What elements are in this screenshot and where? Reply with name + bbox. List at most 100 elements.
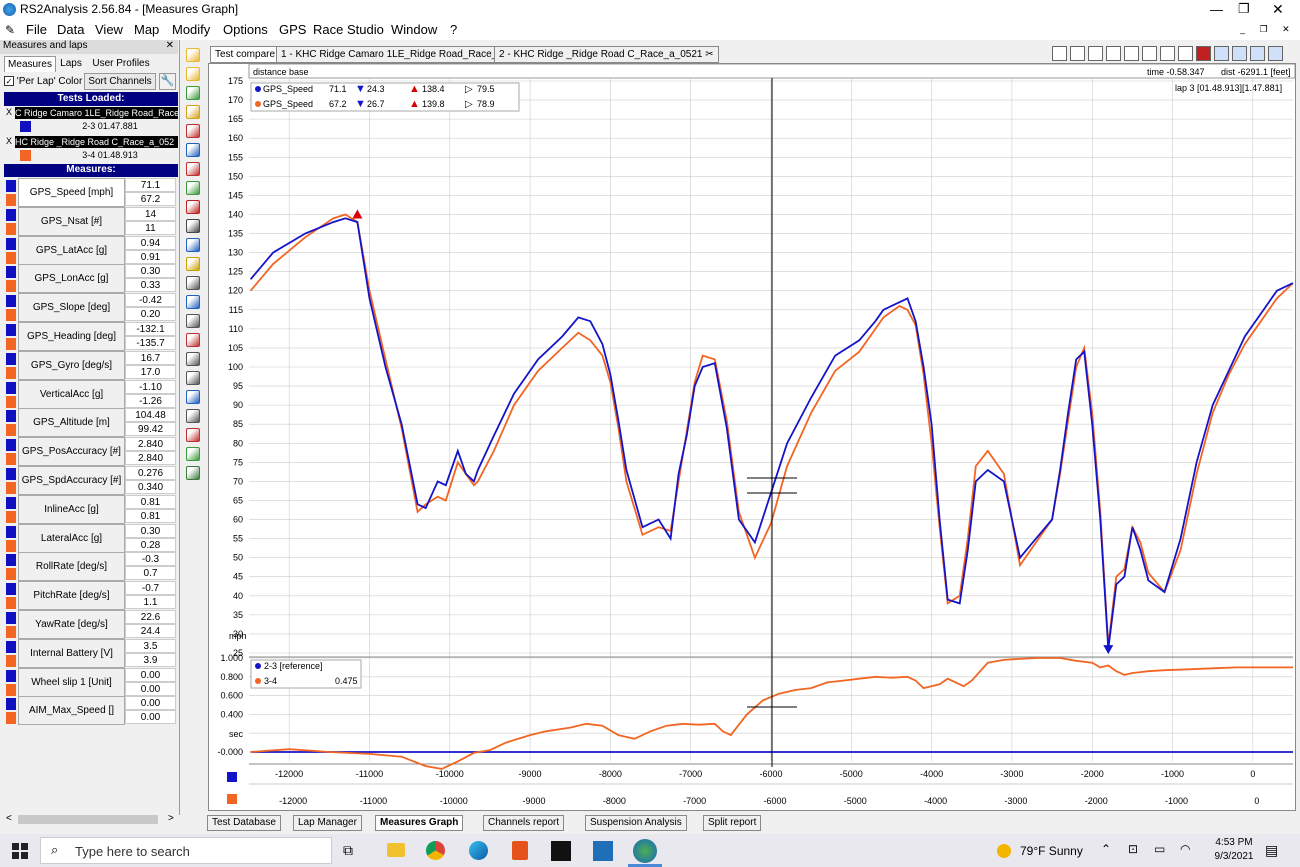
measure-name[interactable]: Internal Battery [V] (18, 638, 125, 668)
menu-race-studio[interactable]: Race Studio (313, 22, 384, 37)
tab-channels-report[interactable]: Channels report (483, 815, 565, 831)
measure-row[interactable]: GPS_Heading [deg] -132.1 -135.7 (0, 322, 178, 351)
mdi-controls[interactable]: _ ❐ ✕ (1240, 24, 1296, 35)
import-icon[interactable] (186, 105, 200, 119)
menu-view[interactable]: View (95, 22, 123, 37)
print-icon[interactable] (186, 428, 200, 442)
measure-name[interactable]: YawRate [deg/s] (18, 610, 125, 639)
office-icon[interactable] (512, 841, 528, 860)
measure-color-cmp[interactable] (6, 309, 16, 322)
graph-svg[interactable]: distance base time -0.58.347 dist -6291.… (209, 64, 1295, 810)
measure-name[interactable]: GPS_Gyro [deg/s] (18, 350, 125, 380)
bar-icon[interactable] (186, 219, 200, 233)
aim-app-icon[interactable] (551, 841, 571, 861)
tab-suspension-analysis[interactable]: Suspension Analysis (585, 815, 687, 831)
zoom-out-icon[interactable] (1070, 46, 1085, 61)
xy-plot-icon[interactable] (186, 181, 200, 195)
measure-color-cmp[interactable] (6, 251, 16, 264)
fill-icon[interactable] (1196, 46, 1211, 61)
measure-color-ref[interactable] (6, 381, 16, 394)
tab-laps[interactable]: Laps (57, 58, 85, 72)
list-icon[interactable] (1250, 46, 1265, 61)
measure-row[interactable]: GPS_Speed [mph] 71.1 67.2 (0, 178, 178, 207)
measure-color-cmp[interactable] (6, 222, 16, 235)
split-icon[interactable] (186, 333, 200, 347)
maximize-icon[interactable]: ❐ (1238, 1, 1250, 17)
scroll-left-icon[interactable]: < (6, 813, 12, 824)
menu-help[interactable]: ? (450, 22, 457, 37)
measure-color-ref[interactable] (6, 468, 16, 480)
clock-time[interactable]: 4:53 PM (1210, 837, 1258, 848)
measure-name[interactable]: AIM_Max_Speed [] (18, 696, 125, 726)
measure-row[interactable]: PitchRate [deg/s] -0.7 1.1 (0, 581, 178, 611)
notification-icon[interactable]: ▤ (1265, 842, 1278, 859)
tray-chevron-icon[interactable]: ⌃ (1101, 842, 1111, 856)
menu-options[interactable]: Options (223, 22, 268, 37)
tab-split-report[interactable]: Split report (703, 815, 762, 831)
measure-row[interactable]: VerticalAcc [g] -1.10 -1.26 (0, 379, 178, 409)
horizontal-scrollbar[interactable] (18, 815, 158, 824)
menu-file[interactable]: File (26, 22, 47, 37)
wifi-icon[interactable]: ◠ (1180, 842, 1190, 856)
measure-color-cmp[interactable] (6, 683, 16, 696)
tool-icon[interactable] (186, 314, 200, 328)
measure-color-cmp[interactable] (6, 626, 16, 638)
test-name-1[interactable]: C Ridge Camaro 1LE_Ridge Road_Race_ (15, 107, 178, 119)
measure-color-cmp[interactable] (6, 366, 16, 379)
scroll-right-icon[interactable]: > (168, 813, 174, 824)
measure-name[interactable]: GPS_PosAccuracy [#] (18, 437, 125, 467)
test-remove-icon-1[interactable]: X (6, 107, 12, 117)
measure-name[interactable]: LateralAcc [g] (18, 523, 125, 553)
zoom-fit-icon[interactable] (1124, 46, 1139, 61)
measure-row[interactable]: RollRate [deg/s] -0.3 0.7 (0, 552, 178, 582)
measure-color-ref[interactable] (6, 640, 16, 653)
measure-row[interactable]: GPS_LatAcc [g] 0.94 0.91 (0, 235, 178, 265)
histogram-icon[interactable] (186, 162, 200, 176)
measure-color-ref[interactable] (6, 525, 16, 538)
chrome-icon[interactable] (426, 841, 445, 860)
measure-color-cmp[interactable] (6, 510, 16, 523)
windows-start-icon[interactable] (12, 843, 28, 859)
battery-icon[interactable]: ▭ (1154, 842, 1165, 856)
download-icon[interactable] (186, 86, 200, 100)
tab-user-profiles[interactable]: User Profiles (90, 58, 152, 72)
measure-color-ref[interactable] (6, 237, 16, 250)
gauge-icon[interactable] (186, 295, 200, 309)
measure-color-cmp[interactable] (6, 597, 16, 610)
rs2-app-icon[interactable] (633, 839, 657, 863)
layout-icon[interactable] (1232, 46, 1247, 61)
measure-color-cmp[interactable] (6, 482, 16, 494)
zoom-icon[interactable] (186, 409, 200, 423)
menu-window[interactable]: Window (391, 22, 437, 37)
weather-text[interactable]: 79°F Sunny (1020, 844, 1083, 858)
measure-name[interactable]: GPS_SpdAccuracy [#] (18, 466, 125, 495)
wrench-icon[interactable] (1268, 46, 1283, 61)
network-icon[interactable]: ⊡ (1128, 842, 1138, 856)
measure-name[interactable]: GPS_Slope [deg] (18, 293, 125, 323)
measure-color-ref[interactable] (6, 266, 16, 279)
measure-color-cmp[interactable] (6, 424, 16, 437)
menu-modify[interactable]: Modify (172, 22, 210, 37)
measure-color-ref[interactable] (6, 295, 16, 308)
grid-icon[interactable] (1160, 46, 1175, 61)
task-view-icon[interactable]: ⧉ (343, 842, 353, 859)
measure-name[interactable]: RollRate [deg/s] (18, 552, 125, 582)
report-icon[interactable] (186, 390, 200, 404)
measure-row[interactable]: InlineAcc [g] 0.81 0.81 (0, 494, 178, 524)
measure-row[interactable]: GPS_Gyro [deg/s] 16.7 17.0 (0, 350, 178, 380)
wrench-icon[interactable]: 🔧 (159, 73, 176, 90)
menu-data[interactable]: Data (57, 22, 84, 37)
minimize-icon[interactable]: — (1210, 2, 1223, 17)
measure-color-cmp[interactable] (6, 280, 16, 293)
measure-color-cmp[interactable] (6, 568, 16, 581)
map-icon[interactable] (186, 276, 200, 290)
measures-graph[interactable]: distance base time -0.58.347 dist -6291.… (208, 63, 1296, 811)
test-remove-icon-2[interactable]: X (6, 136, 12, 146)
measure-row[interactable]: GPS_Altitude [m] 104.48 99.42 (0, 408, 178, 438)
measure-row[interactable]: GPS_SpdAccuracy [#] 0.276 0.340 (0, 466, 178, 495)
measure-color-cmp[interactable] (6, 539, 16, 552)
measure-color-cmp[interactable] (6, 654, 16, 667)
axis-swatch-cmp[interactable] (227, 794, 237, 804)
scroll-right-icon[interactable] (1106, 46, 1121, 61)
measure-row[interactable]: LateralAcc [g] 0.30 0.28 (0, 523, 178, 553)
